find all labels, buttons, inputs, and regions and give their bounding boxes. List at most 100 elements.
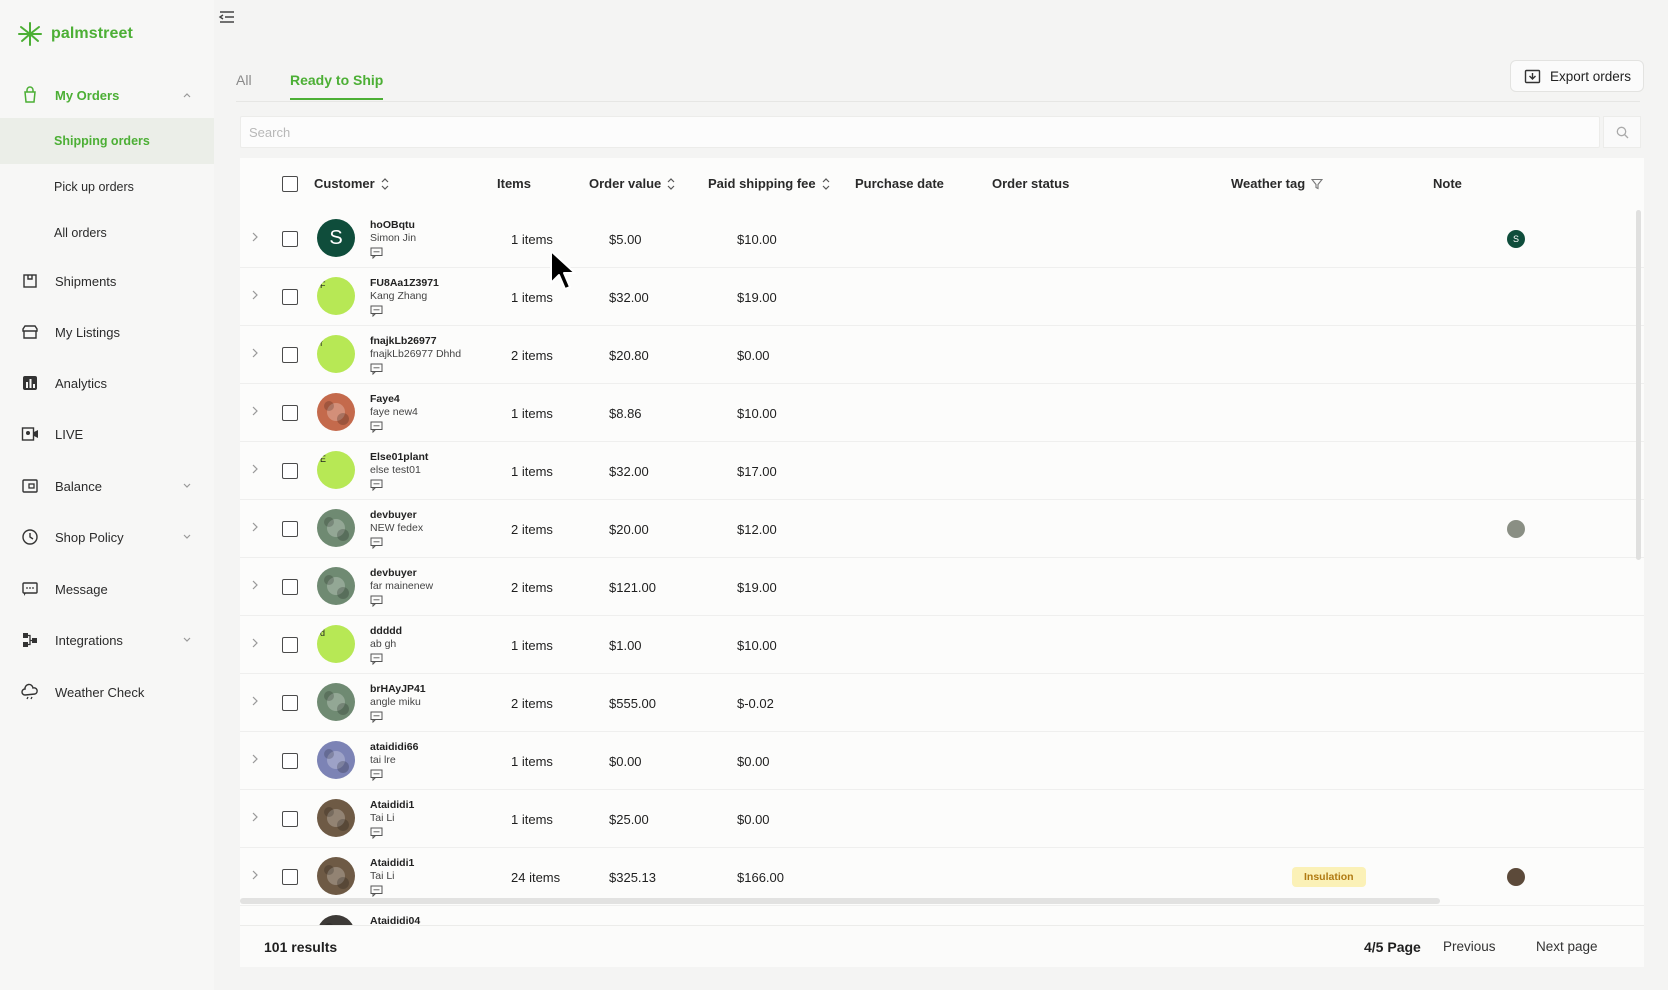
message-icon[interactable] (370, 479, 383, 491)
column-purchase-date-label: Purchase date (855, 176, 944, 191)
column-customer[interactable]: Customer (314, 176, 389, 191)
search-input[interactable] (241, 117, 1601, 147)
avatar-photo (324, 401, 349, 425)
items-count: 1 items (511, 290, 553, 305)
nav-live[interactable]: LIVE (0, 411, 214, 457)
order-value: $32.00 (609, 464, 649, 479)
expand-row-chevron-icon[interactable] (250, 694, 260, 708)
expand-row-chevron-icon[interactable] (250, 636, 260, 650)
expand-row-chevron-icon[interactable] (250, 346, 260, 360)
message-icon[interactable] (370, 769, 383, 781)
nav-message[interactable]: Message (0, 566, 214, 612)
message-icon[interactable] (370, 653, 383, 665)
table-row[interactable]: ataididi66 tai lre 1 items $0.00 $0.00 (240, 732, 1644, 790)
message-icon[interactable] (370, 363, 383, 375)
message-icon[interactable] (370, 885, 383, 897)
select-all-checkbox[interactable] (282, 176, 298, 192)
column-order-value[interactable]: Order value (589, 176, 675, 191)
nav-shipping-orders[interactable]: Shipping orders (0, 118, 214, 164)
search-button[interactable] (1603, 116, 1641, 148)
items-count: 2 items (511, 522, 553, 537)
note-avatar[interactable] (1507, 520, 1525, 538)
row-checkbox[interactable] (282, 579, 298, 595)
expand-row-chevron-icon[interactable] (250, 752, 260, 766)
expand-row-chevron-icon[interactable] (250, 520, 260, 534)
nav-weather-check[interactable]: Weather Check (0, 669, 214, 715)
note-avatar[interactable] (1507, 868, 1525, 886)
row-checkbox[interactable] (282, 637, 298, 653)
nav-live-label: LIVE (55, 426, 84, 442)
message-icon[interactable] (370, 711, 383, 723)
nav-my-orders[interactable]: My Orders (0, 72, 214, 118)
table-row[interactable]: brHAyJP41 angle miku 2 items $555.00 $-0.02 (240, 674, 1644, 732)
nav-all-orders[interactable]: All orders (0, 210, 214, 256)
package-icon (23, 274, 37, 288)
message-icon[interactable] (370, 247, 383, 259)
nav-balance[interactable]: Balance (0, 463, 214, 509)
previous-page-button[interactable]: Previous (1443, 939, 1496, 954)
expand-row-chevron-icon[interactable] (250, 230, 260, 244)
column-items: Items (497, 176, 531, 191)
paid-shipping-fee: $12.00 (737, 522, 777, 537)
order-value: $1.00 (609, 638, 642, 653)
nav-integrations[interactable]: Integrations (0, 617, 214, 663)
export-orders-button[interactable]: Export orders (1510, 60, 1644, 92)
expand-row-chevron-icon[interactable] (250, 288, 260, 302)
nav-shop-policy[interactable]: Shop Policy (0, 514, 214, 560)
nav-pickup-orders[interactable]: Pick up orders (0, 164, 214, 210)
expand-row-chevron-icon[interactable] (250, 868, 260, 882)
nav-shipments[interactable]: Shipments (0, 258, 214, 304)
message-icon[interactable] (370, 305, 383, 317)
column-paid-shipping-fee[interactable]: Paid shipping fee (708, 176, 830, 191)
column-weather-tag[interactable]: Weather tag (1231, 176, 1324, 191)
filter-icon[interactable] (1311, 178, 1324, 190)
table-row[interactable]: ShoOBqtu Simon Jin 1 items $5.00 $10.00 S (240, 210, 1644, 268)
row-checkbox[interactable] (282, 463, 298, 479)
nav-shipments-label: Shipments (55, 273, 117, 289)
message-icon[interactable] (370, 595, 383, 607)
table-row[interactable]: f fnajkLb26977 fnajkLb26977 Dhhd 2 items $20… (240, 326, 1644, 384)
expand-row-chevron-icon[interactable] (250, 810, 260, 824)
expand-row-chevron-icon[interactable] (250, 578, 260, 592)
next-page-button[interactable]: Next page (1536, 939, 1598, 954)
table-row[interactable]: F FU8Aa1Z3971 Kang Zhang 1 items $32.00 $19.0… (240, 268, 1644, 326)
horizontal-scrollbar[interactable] (240, 898, 1440, 904)
customer-name: else test01 (370, 464, 421, 476)
expand-row-chevron-icon[interactable] (250, 404, 260, 418)
row-checkbox[interactable] (282, 753, 298, 769)
vertical-scrollbar[interactable] (1636, 210, 1641, 560)
table-row[interactable]: Faye4 faye new4 1 items $8.86 $10.00 (240, 384, 1644, 442)
customer-name: ab gh (370, 638, 397, 650)
row-checkbox[interactable] (282, 695, 298, 711)
sort-icon (667, 177, 675, 190)
row-checkbox[interactable] (282, 521, 298, 537)
expand-row-chevron-icon[interactable] (250, 462, 260, 476)
row-checkbox[interactable] (282, 231, 298, 247)
avatar-photo (324, 749, 349, 773)
row-checkbox[interactable] (282, 405, 298, 421)
tab-all[interactable]: All (236, 72, 252, 98)
order-tabs: All Ready to Ship (236, 62, 1640, 102)
tab-ready-to-ship[interactable]: Ready to Ship (290, 72, 384, 100)
table-row[interactable]: Ataididi1 Tai Li 1 items $25.00 $0.00 (240, 790, 1644, 848)
row-checkbox[interactable] (282, 347, 298, 363)
table-row[interactable]: devbuyer far mainenew 2 items $121.00 $19.00 (240, 558, 1644, 616)
customer-name: Kang Zhang (370, 290, 428, 302)
table-row[interactable]: E Else01plant else test01 1 items $32.00 $17.… (240, 442, 1644, 500)
search-icon (1616, 126, 1629, 139)
message-icon[interactable] (370, 827, 383, 839)
table-row[interactable]: devbuyer NEW fedex 2 items $20.00 $12.00 (240, 500, 1644, 558)
row-checkbox[interactable] (282, 869, 298, 885)
nav-my-listings[interactable]: My Listings (0, 309, 214, 355)
items-count: 1 items (511, 812, 553, 827)
nav-analytics[interactable]: Analytics (0, 360, 214, 406)
brand-logo[interactable]: palmstreet (18, 22, 133, 46)
avatar-initial: d (320, 628, 326, 638)
message-icon[interactable] (370, 537, 383, 549)
note-avatar[interactable]: S (1507, 230, 1525, 248)
collapse-sidebar-icon[interactable] (218, 9, 236, 25)
row-checkbox[interactable] (282, 811, 298, 827)
row-checkbox[interactable] (282, 289, 298, 305)
message-icon[interactable] (370, 421, 383, 433)
table-row[interactable]: d ddddd ab gh 1 items $1.00 $10.00 (240, 616, 1644, 674)
